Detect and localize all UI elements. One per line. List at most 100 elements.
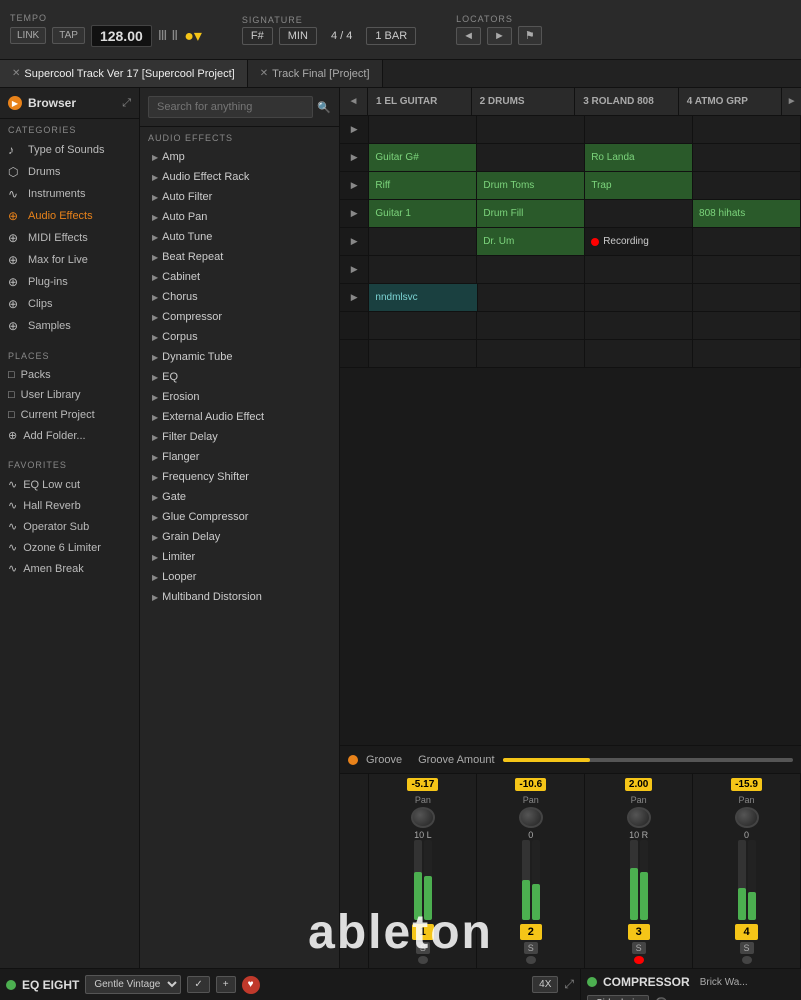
clip-6-2[interactable] — [477, 256, 585, 283]
row-nav-6[interactable]: ▶ — [340, 256, 369, 283]
loc-flag-button[interactable]: ⚑ — [518, 26, 542, 45]
track-nav-left[interactable]: ◄ — [340, 88, 368, 115]
track-nav-right[interactable]: ► — [782, 88, 801, 115]
effect-corpus[interactable]: ▶Corpus — [140, 327, 339, 347]
effect-glue[interactable]: ▶Glue Compressor — [140, 507, 339, 527]
clip-9-3[interactable] — [585, 340, 693, 367]
tab-2[interactable]: ✕ Track Final [Project] — [248, 60, 383, 87]
effect-erosion[interactable]: ▶Erosion — [140, 387, 339, 407]
sidebar-item-user-library[interactable]: □ User Library — [0, 385, 139, 405]
clip-8-2[interactable] — [477, 312, 585, 339]
fav-hall-reverb[interactable]: ∿ Hall Reverb — [0, 495, 139, 516]
clip-5-3[interactable]: Recording — [585, 228, 693, 255]
record-dot-3[interactable] — [634, 956, 644, 964]
clip-9-1[interactable] — [369, 340, 477, 367]
clip-5-2[interactable]: Dr. Um — [477, 228, 585, 255]
clip-2-4[interactable] — [693, 144, 801, 171]
solo-btn-3[interactable]: S — [632, 942, 646, 954]
sidebar-item-packs[interactable]: □ Packs — [0, 365, 139, 385]
record-dot-4[interactable] — [742, 956, 752, 964]
eq-preset-select[interactable]: Gentle Vintage — [85, 975, 181, 994]
expand-icon[interactable]: ⤢ — [122, 97, 131, 110]
clip-3-2[interactable]: Drum Toms — [477, 172, 585, 199]
clip-8-4[interactable] — [693, 312, 801, 339]
sidebar-item-sounds[interactable]: ♪ Type of Sounds — [0, 139, 139, 161]
pan-knob-2[interactable] — [519, 807, 543, 828]
sidebar-item-audio-effects[interactable]: ⊕ Audio Effects — [0, 205, 139, 227]
eq-power-dot[interactable] — [6, 980, 16, 990]
clip-7-3[interactable] — [585, 284, 693, 311]
clip-4-2[interactable]: Drum Fill — [477, 200, 585, 227]
effect-chorus[interactable]: ▶Chorus — [140, 287, 339, 307]
time-sig[interactable]: 4 / 4 — [323, 28, 360, 44]
sidebar-item-plugins[interactable]: ⊕ Plug-ins — [0, 271, 139, 293]
sidebar-item-samples[interactable]: ⊕ Samples — [0, 315, 139, 337]
clip-4-4[interactable]: 808 hihats — [693, 200, 801, 227]
channel-num-3[interactable]: 3 — [628, 924, 650, 940]
loc-back-button[interactable]: ◄ — [456, 27, 481, 45]
clip-2-2[interactable] — [477, 144, 585, 171]
effect-audio-rack[interactable]: ▶Audio Effect Rack — [140, 167, 339, 187]
row-nav-3[interactable]: ▶ — [340, 172, 369, 199]
clip-2-3[interactable]: Ro Landa — [585, 144, 693, 171]
sidebar-item-midi-effects[interactable]: ⊕ MIDI Effects — [0, 227, 139, 249]
clip-2-1[interactable]: Guitar G# — [369, 144, 477, 171]
clip-1-2[interactable] — [477, 116, 585, 143]
fav-amen-break[interactable]: ∿ Amen Break — [0, 558, 139, 579]
effect-freq-shifter[interactable]: ▶Frequency Shifter — [140, 467, 339, 487]
comp-power-dot[interactable] — [587, 977, 597, 987]
clip-8-3[interactable] — [585, 312, 693, 339]
row-nav-7[interactable]: ▶ — [340, 284, 369, 311]
tab-1[interactable]: ✕ Supercool Track Ver 17 [Supercool Proj… — [0, 60, 248, 87]
clip-4-3[interactable] — [585, 200, 693, 227]
sidebar-item-current-project[interactable]: □ Current Project — [0, 405, 139, 425]
row-nav-4[interactable]: ▶ — [340, 200, 369, 227]
effect-compressor[interactable]: ▶Compressor — [140, 307, 339, 327]
effect-auto-filter[interactable]: ▶Auto Filter — [140, 187, 339, 207]
sidebar-item-drums[interactable]: ⬡ Drums — [0, 161, 139, 183]
solo-btn-4[interactable]: S — [740, 942, 754, 954]
sidebar-item-add-folder[interactable]: ⊕ Add Folder... — [0, 425, 139, 446]
clip-9-4[interactable] — [693, 340, 801, 367]
effect-beat-repeat[interactable]: ▶Beat Repeat — [140, 247, 339, 267]
key-button[interactable]: F# — [242, 27, 273, 45]
eq-heart[interactable]: ♥ — [242, 976, 260, 994]
eq-mode-4x[interactable]: 4X — [532, 976, 558, 993]
clip-5-4[interactable] — [693, 228, 801, 255]
effect-looper[interactable]: ▶Looper — [140, 567, 339, 587]
pan-knob-1[interactable] — [411, 807, 435, 828]
clip-6-4[interactable] — [693, 256, 801, 283]
effect-auto-pan[interactable]: ▶Auto Pan — [140, 207, 339, 227]
clip-1-1[interactable] — [369, 116, 477, 143]
clip-1-4[interactable] — [693, 116, 801, 143]
solo-btn-2[interactable]: S — [524, 942, 538, 954]
tap-button[interactable]: TAP — [52, 27, 85, 44]
bar-button[interactable]: 1 BAR — [366, 27, 416, 45]
clip-3-1[interactable]: Riff — [369, 172, 477, 199]
row-nav-8[interactable] — [340, 312, 369, 339]
clip-3-4[interactable] — [693, 172, 801, 199]
row-nav-2[interactable]: ▶ — [340, 144, 369, 171]
effect-gate[interactable]: ▶Gate — [140, 487, 339, 507]
channel-num-4[interactable]: 4 — [735, 924, 757, 940]
sidebar-item-clips[interactable]: ⊕ Clips — [0, 293, 139, 315]
pan-knob-4[interactable] — [735, 807, 759, 828]
clip-8-1[interactable] — [369, 312, 477, 339]
clip-9-2[interactable] — [477, 340, 585, 367]
clip-6-1[interactable] — [369, 256, 477, 283]
effect-multiband[interactable]: ▶Multiband Distorsion — [140, 587, 339, 607]
clip-7-4[interactable] — [693, 284, 801, 311]
effect-cabinet[interactable]: ▶Cabinet — [140, 267, 339, 287]
browser-icon[interactable]: ▶ — [8, 96, 22, 110]
fader-3[interactable] — [630, 840, 638, 920]
clip-7-2[interactable] — [478, 284, 586, 311]
clip-7-1[interactable]: nndmlsvc — [369, 284, 477, 311]
tab-close-2[interactable]: ✕ — [260, 68, 268, 79]
search-input[interactable] — [148, 96, 313, 118]
tempo-value[interactable]: 128.00 — [91, 25, 152, 47]
fader-4[interactable] — [738, 840, 746, 920]
tab-close-1[interactable]: ✕ — [12, 68, 20, 79]
loc-fwd-button[interactable]: ► — [487, 27, 512, 45]
mode-button[interactable]: MIN — [279, 27, 317, 45]
channel-num-2[interactable]: 2 — [520, 924, 542, 940]
